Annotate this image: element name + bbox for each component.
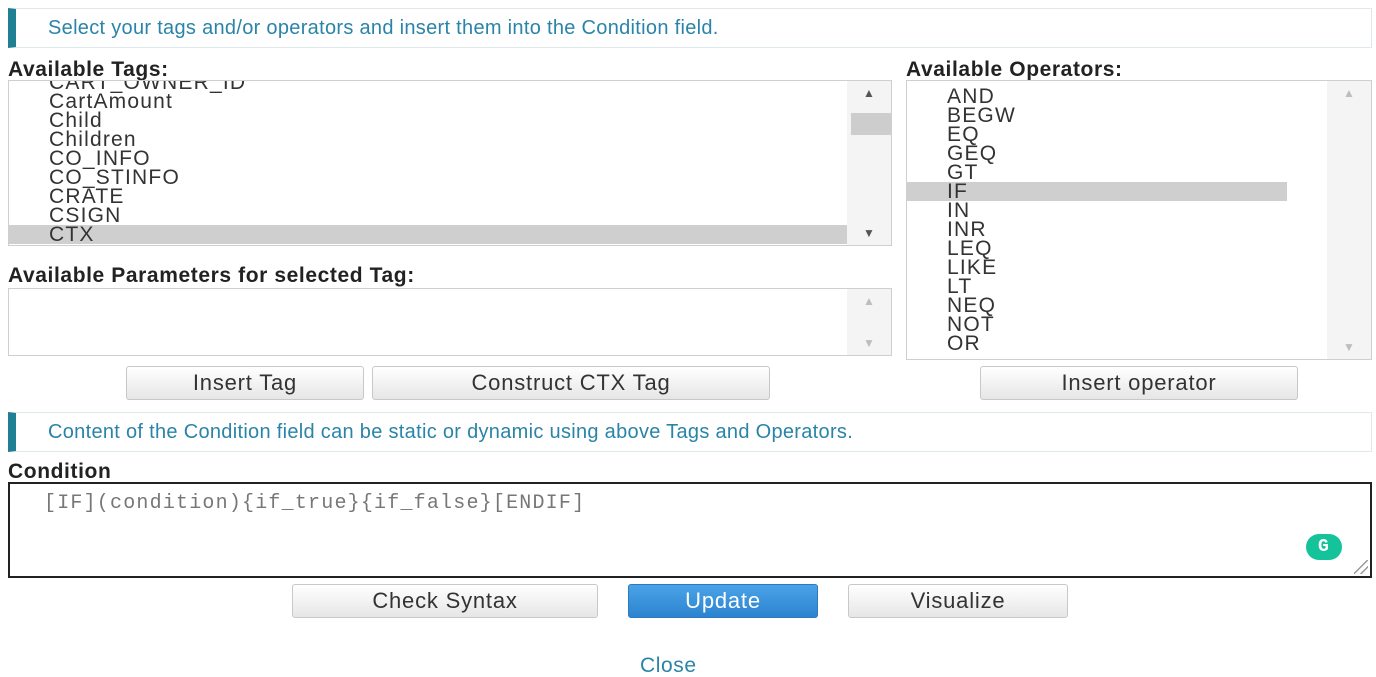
operators-listbox[interactable]: AND BEGW EQ GEQ GT IF IN INR LEQ LIKE LT NEQ NOT OR ▲…	[906, 80, 1372, 360]
tags-scroll-thumb[interactable]	[851, 113, 891, 135]
close-link[interactable]: Close	[640, 654, 697, 677]
tags-list-items: CART_OWNER_ID CartAmount Child Children CO_I…	[9, 81, 847, 245]
tags-label: Available Tags:	[8, 58, 169, 81]
scroll-down-arrow-icon[interactable]: ▼	[847, 221, 891, 245]
info-top-text: Select your tags and/or operators and in…	[48, 17, 719, 39]
scroll-up-arrow-icon[interactable]: ▲	[847, 289, 891, 313]
list-item[interactable]: CartAmount	[9, 91, 847, 112]
check-syntax-button[interactable]: Check Syntax	[292, 584, 598, 618]
visualize-button[interactable]: Visualize	[848, 584, 1068, 618]
list-item[interactable]: CTX	[9, 224, 847, 245]
scroll-down-arrow-icon[interactable]: ▼	[1327, 335, 1371, 359]
list-item[interactable]: CRATE	[9, 186, 847, 207]
insert-operator-button[interactable]: Insert operator	[980, 366, 1298, 400]
list-item[interactable]: CO_STINFO	[9, 167, 847, 188]
operators-label: Available Operators:	[906, 58, 1123, 81]
operators-list-items: AND BEGW EQ GEQ GT IF IN INR LEQ LIKE LT NEQ NOT OR	[907, 87, 1287, 359]
operators-scrollbar[interactable]: ▲ ▼	[1327, 81, 1371, 359]
construct-ctx-tag-button[interactable]: Construct CTX Tag	[372, 366, 770, 400]
list-item[interactable]: OR	[907, 333, 1287, 354]
info-top-banner: Select your tags and/or operators and in…	[8, 8, 1372, 48]
scroll-up-arrow-icon[interactable]: ▲	[847, 81, 891, 105]
resize-handle-icon[interactable]	[1354, 560, 1368, 574]
parameters-listbox[interactable]: ▲ ▼	[8, 288, 892, 356]
scroll-down-arrow-icon[interactable]: ▼	[847, 331, 891, 355]
parameters-scrollbar[interactable]: ▲ ▼	[847, 289, 891, 355]
info-condition-text: Content of the Condition field can be st…	[48, 421, 854, 443]
scroll-up-arrow-icon[interactable]: ▲	[1327, 81, 1371, 105]
list-item[interactable]: CSIGN	[9, 205, 847, 226]
parameters-label: Available Parameters for selected Tag:	[8, 264, 415, 287]
parameters-list-items	[9, 289, 847, 355]
grammarly-icon[interactable]: G	[1306, 534, 1342, 560]
tags-listbox[interactable]: CART_OWNER_ID CartAmount Child Children CO_I…	[8, 80, 892, 246]
condition-label: Condition	[8, 460, 112, 483]
tags-scrollbar[interactable]: ▲ ▼	[847, 81, 891, 245]
info-condition-banner: Content of the Condition field can be st…	[8, 412, 1372, 452]
condition-value: [IF](condition){if_true}{if_false}[ENDIF…	[44, 492, 586, 515]
condition-textarea[interactable]: [IF](condition){if_true}{if_false}[ENDIF…	[8, 482, 1372, 578]
insert-tag-button[interactable]: Insert Tag	[126, 366, 364, 400]
update-button[interactable]: Update	[628, 584, 818, 618]
